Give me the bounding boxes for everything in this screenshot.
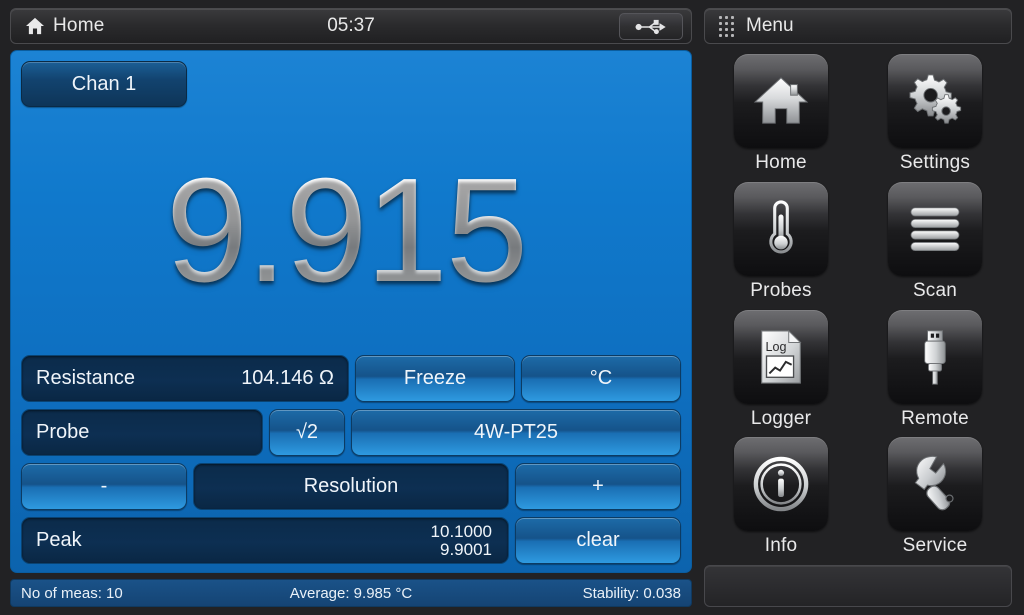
menu-header[interactable]: Menu: [704, 8, 1012, 44]
primary-reading: 9.915: [166, 156, 536, 304]
menu-pane: Menu Home Settings Probes Scan Log Logge…: [700, 0, 1024, 615]
sqrt2-button[interactable]: √2: [269, 409, 345, 456]
peak-values: 10.1000 9.9001: [431, 523, 494, 558]
menu-label-probes: Probes: [750, 279, 812, 301]
menu-label-remote: Remote: [901, 407, 969, 429]
svg-text:Log: Log: [766, 340, 787, 354]
list-bars-icon: [908, 205, 962, 253]
resistance-label: Resistance: [36, 367, 135, 389]
thermometer-icon: [764, 199, 798, 259]
menu-tile-scan: [888, 181, 982, 276]
top-bar-home[interactable]: Home: [17, 15, 104, 37]
menu-label-logger: Logger: [750, 407, 812, 429]
menu-label-settings: Settings: [899, 152, 971, 173]
resistance-display: Resistance 104.146 Ω: [21, 355, 349, 402]
menu-label-home: Home: [755, 152, 807, 173]
menu-tile-probes: [734, 181, 828, 276]
resolution-minus-button[interactable]: -: [21, 463, 187, 510]
menu-title: Menu: [746, 15, 794, 36]
menu-item-info[interactable]: Info: [704, 435, 858, 561]
menu-tile-logger: Log: [734, 309, 828, 404]
gears-icon: [905, 73, 965, 129]
home-icon: [752, 75, 810, 127]
menu-item-settings[interactable]: Settings: [858, 52, 1012, 178]
menu-label-scan: Scan: [912, 279, 958, 301]
unit-button[interactable]: °C: [521, 355, 681, 402]
usb-plug-icon: [914, 328, 956, 386]
channel-button[interactable]: Chan 1: [21, 61, 187, 107]
home-icon: [25, 17, 45, 35]
peak-display: Peak 10.1000 9.9001: [21, 517, 509, 564]
menu-tile-home: [734, 54, 828, 148]
blue-display-panel: Chan 1 9.915 Resistance 104.146 Ω Freeze…: [10, 50, 692, 573]
peak-label: Peak: [36, 529, 82, 551]
peak-high-value: 10.1000: [430, 522, 492, 542]
primary-reading-area: 9.915: [21, 107, 681, 355]
probe-row: Probe √2 4W-PT25: [21, 409, 681, 456]
peak-low-value: 9.9001: [440, 539, 492, 559]
peak-row: Peak 10.1000 9.9001 clear: [21, 517, 681, 564]
probe-display: Probe: [21, 409, 263, 456]
resolution-row: - Resolution +: [21, 463, 681, 510]
menu-tile-remote: [888, 309, 982, 404]
peak-clear-button[interactable]: clear: [515, 517, 681, 564]
top-bar-title: Home: [53, 15, 105, 36]
menu-label-service: Service: [902, 535, 968, 557]
menu-item-probes[interactable]: Probes: [704, 180, 858, 306]
wrench-icon: [905, 454, 965, 514]
resolution-label-display: Resolution: [193, 463, 509, 510]
menu-item-remote[interactable]: Remote: [858, 308, 1012, 434]
menu-item-service[interactable]: Service: [858, 435, 1012, 561]
status-bar: No of meas: 10 Average: 9.985 °C Stabili…: [10, 579, 692, 607]
menu-item-logger[interactable]: Log Logger: [704, 308, 858, 434]
menu-item-home[interactable]: Home: [704, 52, 858, 178]
menu-label-info: Info: [764, 535, 798, 557]
info-circle-icon: [752, 455, 810, 513]
top-bar: Home 05:37: [10, 8, 692, 44]
menu-footer-bar: [704, 565, 1012, 607]
clock: 05:37: [327, 15, 375, 36]
menu-grid: Home Settings Probes Scan Log Logger Rem…: [704, 44, 1012, 561]
probe-label: Probe: [36, 421, 90, 443]
resistance-value: 104.146 Ω: [241, 367, 334, 389]
menu-item-scan[interactable]: Scan: [858, 180, 1012, 306]
instrument-screen: Home 05:37 Chan 1 9.915 Resistance 104.1…: [0, 0, 1024, 615]
resolution-label: Resolution: [303, 475, 399, 497]
status-no-of-meas: No of meas: 10: [21, 584, 123, 602]
usb-icon: [634, 19, 668, 35]
freeze-button[interactable]: Freeze: [355, 355, 515, 402]
probe-type-button[interactable]: 4W-PT25: [351, 409, 681, 456]
resistance-row: Resistance 104.146 Ω Freeze °C: [21, 355, 681, 402]
status-average: Average: 9.985 °C: [289, 584, 413, 602]
menu-tile-info: [734, 437, 828, 532]
log-document-chart-icon: Log: [756, 328, 806, 386]
control-rows: Resistance 104.146 Ω Freeze °C Probe √2 …: [21, 355, 681, 564]
status-stability: Stability: 0.038: [582, 584, 681, 602]
grip-dots-icon: [719, 16, 734, 37]
measurement-pane: Home 05:37 Chan 1 9.915 Resistance 104.1…: [0, 0, 700, 615]
usb-status-button[interactable]: [619, 13, 683, 40]
menu-tile-service: [888, 437, 982, 532]
menu-tile-settings: [888, 54, 982, 148]
resolution-plus-button[interactable]: +: [515, 463, 681, 510]
